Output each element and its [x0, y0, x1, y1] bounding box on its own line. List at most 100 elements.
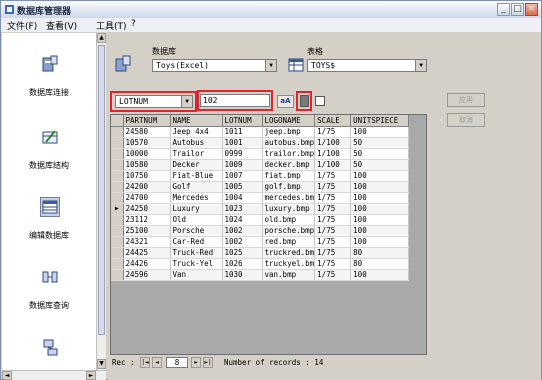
- table-row[interactable]: 10570 Autobus 1001 autobus.bmp 1/100 50: [111, 137, 410, 149]
- table-row[interactable]: 24200 Golf 1005 golf.bmp 1/75 100: [111, 181, 410, 193]
- table-cell[interactable]: 24200: [123, 181, 171, 193]
- table-cell[interactable]: Car-Red: [170, 236, 223, 248]
- minimize-button[interactable]: _: [497, 3, 510, 16]
- table-row[interactable]: 10750 Fiat-Blue 1007 fiat.bmp 1/75 100: [111, 170, 410, 182]
- table-cell[interactable]: 24596: [123, 269, 171, 281]
- table-cell[interactable]: 1030: [222, 269, 263, 281]
- table-cell[interactable]: 1/100: [314, 159, 352, 171]
- table-cell[interactable]: Trailor: [170, 148, 223, 160]
- scroll-left-arrow-icon[interactable]: ◄: [2, 371, 12, 380]
- table-cell[interactable]: 100: [350, 225, 410, 237]
- toggle-checkbox[interactable]: [315, 96, 325, 106]
- table-cell[interactable]: 1009: [222, 159, 263, 171]
- row-indicator[interactable]: [111, 170, 124, 182]
- table-row[interactable]: 23112 Old 1024 old.bmp 1/75 100: [111, 214, 410, 226]
- table-row[interactable]: 24425 Truck-Red 1025 truckred.bm 1/75 80: [111, 247, 410, 259]
- table-cell[interactable]: 10750: [123, 170, 171, 182]
- table-row[interactable]: 10580 Decker 1009 decker.bmp 1/100 50: [111, 159, 410, 171]
- table-cell[interactable]: Truck-Red: [170, 247, 223, 259]
- last-record-button[interactable]: ►|: [203, 357, 213, 368]
- table-cell[interactable]: Jeep 4x4: [170, 126, 223, 138]
- table-cell[interactable]: golf.bmp: [262, 181, 316, 193]
- table-cell[interactable]: 1/100: [314, 148, 352, 160]
- table-cell[interactable]: 1023: [222, 203, 263, 215]
- table-cell[interactable]: 10570: [123, 137, 171, 149]
- current-row-pointer-icon[interactable]: ▶: [111, 203, 124, 215]
- column-header[interactable]: PARTNUM: [123, 115, 171, 127]
- table-cell[interactable]: truckyel.bm: [262, 258, 316, 270]
- row-indicator[interactable]: [111, 137, 124, 149]
- table-row[interactable]: ▶ 24250 Luxury 1023 luxury.bmp 1/75 100: [111, 203, 410, 215]
- table-cell[interactable]: 1001: [222, 137, 263, 149]
- sidebar-item-db-query[interactable]: 数据库查询: [2, 268, 96, 312]
- scroll-up-arrow-icon[interactable]: ▲: [97, 33, 106, 43]
- table-row[interactable]: 24700 Mercedes 1004 mercedes.bm 1/75 100: [111, 192, 410, 204]
- table-cell[interactable]: 24580: [123, 126, 171, 138]
- table-cell[interactable]: autobus.bmp: [262, 137, 316, 149]
- scroll-down-arrow-icon[interactable]: ▼: [97, 359, 106, 369]
- table-cell[interactable]: 100: [350, 269, 410, 281]
- first-record-button[interactable]: |◄: [140, 357, 150, 368]
- table-cell[interactable]: 100: [350, 214, 410, 226]
- column-header[interactable]: UNITSPIECE: [350, 115, 410, 127]
- table-cell[interactable]: 1/100: [314, 137, 352, 149]
- table-cell[interactable]: 24321: [123, 236, 171, 248]
- current-record-field[interactable]: 8: [166, 357, 188, 368]
- table-cell[interactable]: fiat.bmp: [262, 170, 316, 182]
- table-cell[interactable]: 1/75: [314, 126, 352, 138]
- table-cell[interactable]: van.bmp: [262, 269, 316, 281]
- table-cell[interactable]: 80: [350, 247, 410, 259]
- table-cell[interactable]: 10000: [123, 148, 171, 160]
- column-header[interactable]: LOGONAME: [262, 115, 316, 127]
- prev-record-button[interactable]: ◄: [152, 357, 162, 368]
- color-swatch[interactable]: [300, 95, 309, 107]
- table-cell[interactable]: 1005: [222, 181, 263, 193]
- column-header[interactable]: SCALE: [314, 115, 352, 127]
- table-cell[interactable]: old.bmp: [262, 214, 316, 226]
- row-indicator[interactable]: [111, 269, 124, 281]
- maximize-button[interactable]: □: [511, 3, 524, 16]
- table-row[interactable]: 24426 Truck-Yel 1026 truckyel.bm 1/75 80: [111, 258, 410, 270]
- sidebar-item-db-structure[interactable]: 数据库结构: [2, 128, 96, 172]
- table-cell[interactable]: 24700: [123, 192, 171, 204]
- menu-tools[interactable]: 工具(T): [96, 19, 127, 32]
- row-indicator[interactable]: [111, 247, 124, 259]
- table-cell[interactable]: 100: [350, 203, 410, 215]
- table-cell[interactable]: 1/75: [314, 236, 352, 248]
- table-cell[interactable]: 1/75: [314, 170, 352, 182]
- row-indicator[interactable]: [111, 148, 124, 160]
- table-cell[interactable]: 1/75: [314, 258, 352, 270]
- table-cell[interactable]: 1/75: [314, 225, 352, 237]
- table-cell[interactable]: 100: [350, 192, 410, 204]
- table-cell[interactable]: 100: [350, 181, 410, 193]
- menu-file[interactable]: 文件(F): [7, 19, 37, 32]
- filter-value-input[interactable]: [200, 94, 270, 107]
- menu-view[interactable]: 查看(V): [46, 19, 77, 32]
- table-cell[interactable]: 50: [350, 148, 410, 160]
- table-select[interactable]: TOYS$ ▼: [307, 59, 427, 72]
- table-cell[interactable]: 1024: [222, 214, 263, 226]
- scroll-right-arrow-icon[interactable]: ►: [86, 371, 96, 380]
- table-cell[interactable]: Decker: [170, 159, 223, 171]
- table-cell[interactable]: 1011: [222, 126, 263, 138]
- table-cell[interactable]: 23112: [123, 214, 171, 226]
- table-cell[interactable]: 10580: [123, 159, 171, 171]
- table-cell[interactable]: luxury.bmp: [262, 203, 316, 215]
- sidebar-item-db-connect[interactable]: 数据库连接: [2, 55, 96, 99]
- table-cell[interactable]: decker.bmp: [262, 159, 316, 171]
- table-cell[interactable]: 1/75: [314, 269, 352, 281]
- filter-field-select[interactable]: LOTNUM ▼: [115, 95, 193, 108]
- table-cell[interactable]: 1004: [222, 192, 263, 204]
- chevron-down-icon[interactable]: ▼: [415, 60, 426, 71]
- row-indicator[interactable]: [111, 214, 124, 226]
- row-indicator[interactable]: [111, 126, 124, 138]
- table-row[interactable]: 25100 Porsche 1002 porsche.bmp 1/75 100: [111, 225, 410, 237]
- table-cell[interactable]: 1/75: [314, 247, 352, 259]
- scroll-thumb[interactable]: [98, 45, 105, 335]
- table-row[interactable]: 24321 Car-Red 1002 red.bmp 1/75 100: [111, 236, 410, 248]
- table-cell[interactable]: 50: [350, 159, 410, 171]
- table-cell[interactable]: 1002: [222, 236, 263, 248]
- table-cell[interactable]: 1026: [222, 258, 263, 270]
- column-header[interactable]: NAME: [170, 115, 223, 127]
- sidebar-horizontal-scrollbar[interactable]: ◄ ►: [2, 370, 106, 380]
